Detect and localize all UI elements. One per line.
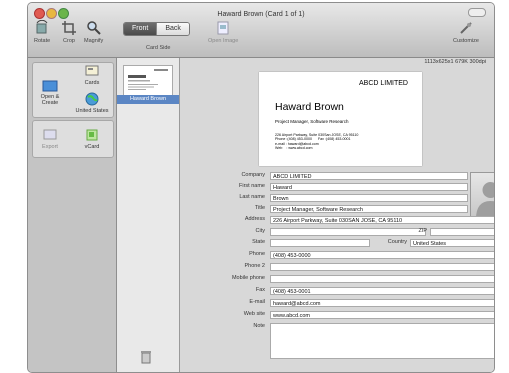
export-icon	[43, 129, 57, 140]
card-thumbnail[interactable]	[123, 65, 173, 96]
phone-field[interactable]: (408) 453-0000	[270, 251, 494, 259]
card-name: Haward Brown	[275, 101, 344, 113]
customize-label: Customize	[453, 38, 479, 44]
open-image-icon	[217, 21, 229, 35]
united-states-button[interactable]: United States	[74, 92, 110, 114]
crop-button[interactable]: Crop	[61, 20, 77, 44]
main-panel: 1113x625x1 679K 300dpi ABCD LIMITED Hawa…	[180, 58, 494, 372]
note-label: Note	[253, 323, 265, 329]
note-field[interactable]	[270, 323, 494, 359]
united-states-label: United States	[75, 108, 109, 114]
web-site-label: Web site	[243, 311, 265, 317]
last-name-field[interactable]: Brown	[270, 194, 468, 202]
card-list: Haward Brown	[117, 58, 180, 372]
crop-label: Crop	[63, 38, 75, 44]
customize-button[interactable]: Customize	[453, 20, 479, 44]
front-button[interactable]: Front	[124, 23, 157, 35]
card-side-segmented-control: Front Back	[123, 22, 190, 36]
card-list-item[interactable]: Haward Brown	[117, 95, 179, 104]
window-title: Haward Brown (Card 1 of 1)	[217, 11, 305, 18]
trash-icon[interactable]	[140, 350, 152, 364]
card-thumbnail-image	[128, 69, 168, 90]
mobile-phone-label: Mobile phone	[231, 275, 265, 281]
toolbar-toggle-button[interactable]	[468, 8, 486, 17]
vcard-button[interactable]: vCard	[74, 128, 110, 150]
rotate-button[interactable]: Rotate	[34, 20, 50, 44]
phone-label: Phone	[249, 251, 265, 257]
first-name-label: First name	[239, 183, 265, 189]
cards-icon	[85, 65, 99, 76]
person-silhouette-icon	[476, 182, 494, 219]
magnify-button[interactable]: Magnify	[84, 20, 103, 44]
rotate-label: Rotate	[34, 38, 51, 44]
rotate-icon	[36, 20, 48, 34]
card-details: 226 Airport Parkway, Suite 030San JOSE, …	[275, 133, 359, 151]
city-label: City	[255, 228, 265, 234]
cards-button[interactable]: Cards	[74, 64, 110, 86]
first-name-field[interactable]: Haward	[270, 183, 468, 191]
app-window: Haward Brown (Card 1 of 1) Rotate Crop M…	[27, 2, 495, 373]
title-field[interactable]: Project Manager, Software Research	[270, 205, 468, 213]
open-image-button[interactable]: Open Image	[208, 20, 238, 44]
customize-icon	[460, 22, 472, 34]
open-create-label: Open & Create	[40, 94, 60, 106]
export-button[interactable]: Export	[32, 128, 68, 150]
export-label: Export	[42, 144, 58, 150]
business-card-image: ABCD LIMITED Haward Brown Project Manage…	[259, 72, 422, 166]
vcard-label: vCard	[84, 144, 100, 150]
back-button[interactable]: Back	[156, 23, 189, 35]
phone2-label: Phone 2	[244, 263, 266, 269]
last-name-label: Last name	[239, 194, 265, 200]
company-field[interactable]: ABCD LIMITED	[270, 172, 468, 180]
fax-label: Fax	[255, 287, 265, 293]
zip-field[interactable]	[430, 228, 494, 236]
magnify-label: Magnify	[84, 38, 104, 44]
mobile-phone-field[interactable]	[270, 275, 494, 283]
toolbar: Haward Brown (Card 1 of 1) Rotate Crop M…	[28, 3, 494, 58]
open-create-button[interactable]: Open & Create	[32, 78, 68, 106]
country-label: Country	[387, 239, 407, 245]
cards-label: Cards	[84, 80, 100, 86]
address-label: Address	[244, 216, 265, 222]
fax-field[interactable]: (408) 453-0001	[270, 287, 494, 295]
web-site-field[interactable]: www.abcd.com	[270, 311, 494, 319]
card-side-label: Card Side	[146, 45, 171, 51]
state-label: State	[252, 239, 265, 245]
crop-icon	[62, 21, 76, 35]
address-field[interactable]: 226 Airport Parkway, Suite 030SAN JOSE, …	[270, 216, 494, 224]
contact-photo[interactable]	[470, 172, 494, 220]
sidebar: Open & Create Cards United States Export…	[28, 58, 117, 372]
vcard-icon	[86, 129, 98, 141]
card-company: ABCD LIMITED	[358, 80, 408, 87]
zip-label: ZIP	[418, 228, 427, 234]
country-field[interactable]: United States	[410, 239, 494, 247]
globe-icon	[85, 92, 99, 106]
open-image-label: Open Image	[208, 38, 239, 44]
folder-icon	[42, 80, 58, 92]
company-label: Company	[241, 172, 265, 178]
email-label: E-mail	[249, 299, 265, 305]
card-role: Project Manager, Software Research	[275, 119, 349, 124]
email-field[interactable]: haward@abcd.com	[270, 299, 494, 307]
magnify-icon	[86, 21, 101, 35]
title-label: Title	[254, 205, 265, 211]
phone2-field[interactable]	[270, 263, 494, 271]
image-info: 1113x625x1 679K 300dpi	[424, 59, 486, 65]
